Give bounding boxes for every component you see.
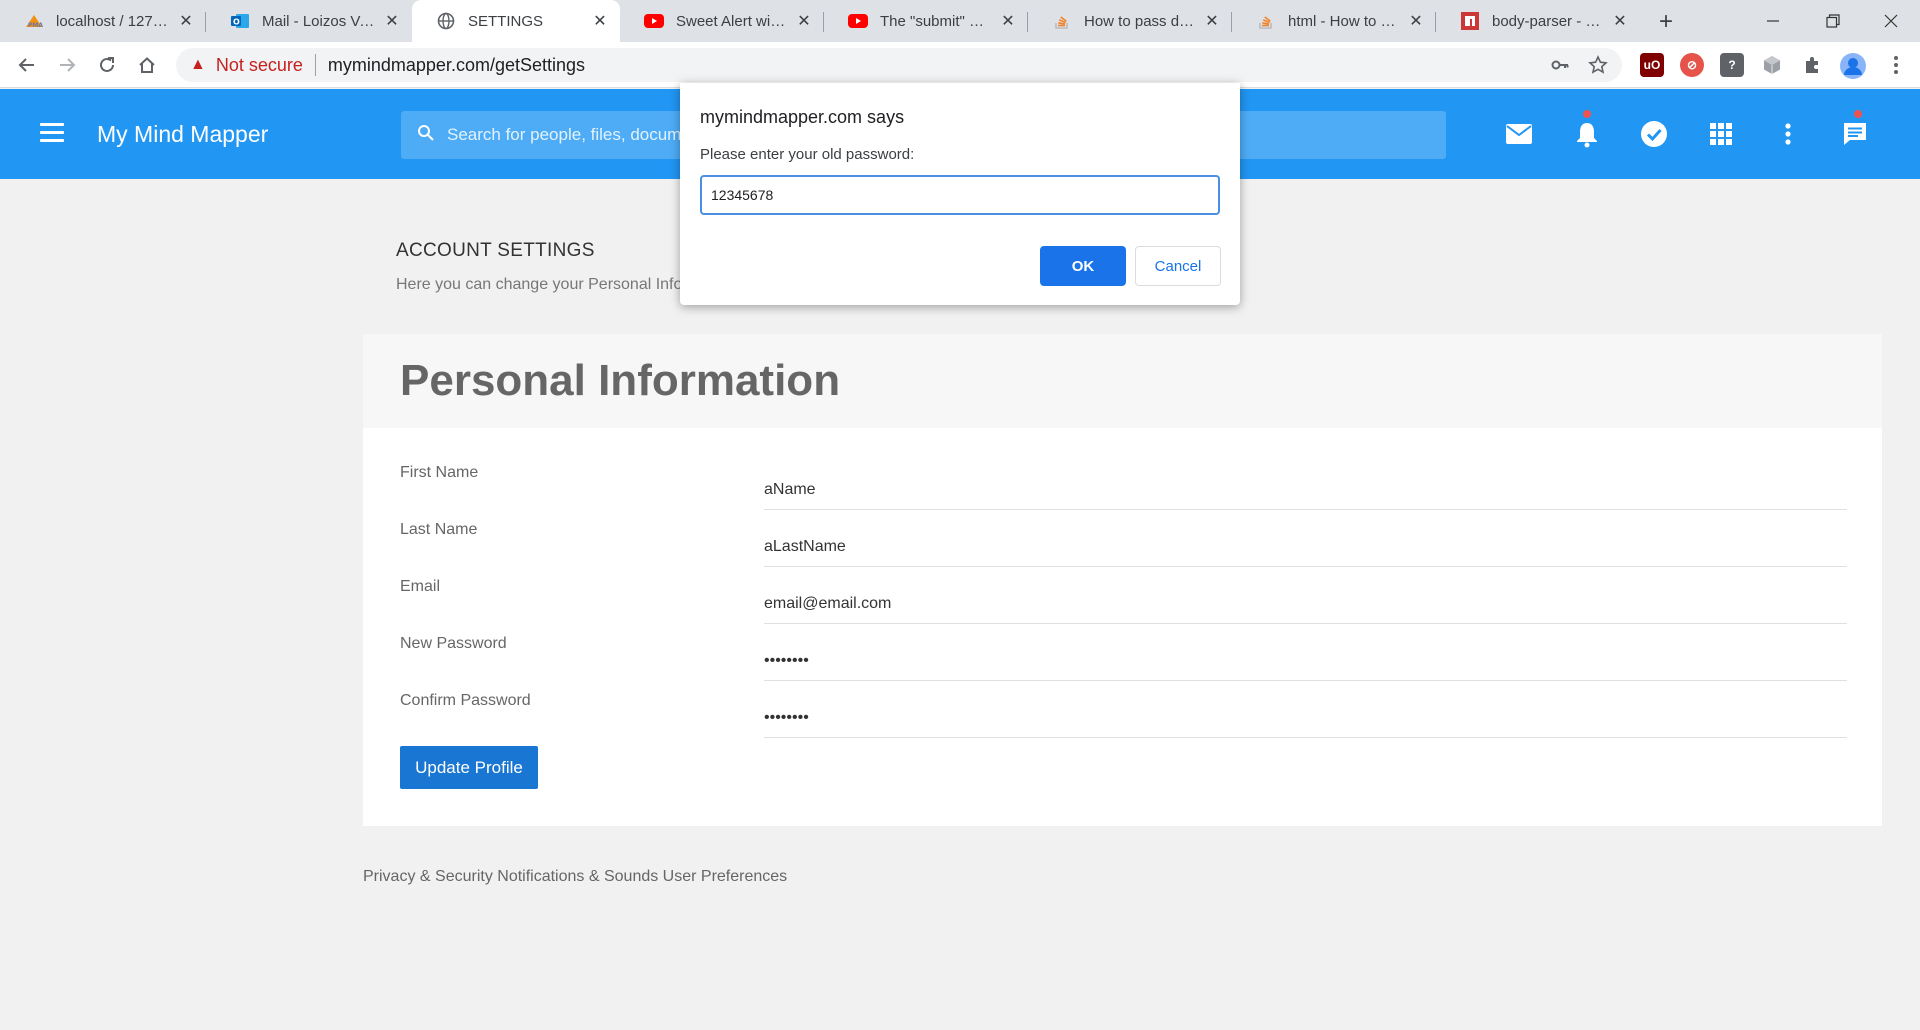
notification-dot: [1583, 110, 1591, 118]
field-label: New Password: [400, 635, 507, 652]
unknown-extension-icon[interactable]: ?: [1720, 53, 1744, 77]
browser-tab[interactable]: body-parser - npm ✕: [1436, 0, 1640, 42]
close-icon[interactable]: ✕: [590, 11, 610, 31]
tab-title: html - How to prevent: [1288, 12, 1400, 30]
tab-title: localhost / 127.0.0.1: [56, 12, 170, 30]
mail-icon[interactable]: [1502, 117, 1536, 151]
svg-text:O: O: [233, 18, 240, 27]
browser-tab[interactable]: The "submit" event ✕: [824, 0, 1028, 42]
field-label: Email: [400, 578, 441, 595]
form-row-first-name: First Name: [400, 454, 1847, 511]
field-label: First Name: [400, 464, 479, 481]
dialog-password-input[interactable]: [700, 175, 1220, 215]
minimize-icon[interactable]: [1742, 0, 1804, 42]
tab-title: How to pass data: [1084, 12, 1196, 30]
update-profile-button[interactable]: Update Profile: [400, 746, 538, 789]
window-close-icon[interactable]: [1860, 0, 1920, 42]
menu-icon[interactable]: [40, 123, 64, 143]
card-title: Personal Information: [400, 356, 841, 405]
close-icon[interactable]: ✕: [998, 11, 1018, 31]
warning-icon: ▲: [190, 56, 206, 73]
tab-title: body-parser - npm: [1492, 12, 1604, 30]
notifications-bell-icon[interactable]: [1570, 110, 1604, 151]
cancel-button[interactable]: Cancel: [1135, 246, 1221, 286]
browser-tab[interactable]: html - How to prevent ✕: [1232, 0, 1436, 42]
last-name-input[interactable]: [764, 525, 1847, 567]
more-vert-icon[interactable]: [1771, 117, 1805, 151]
security-status[interactable]: Not secure: [216, 55, 303, 76]
close-icon[interactable]: ✕: [1202, 11, 1222, 31]
form-row-new-password: New Password: [400, 625, 1847, 682]
tasks-check-icon[interactable]: [1637, 117, 1671, 151]
phpmyadmin-icon: PMA: [24, 11, 44, 31]
outlook-icon: O: [230, 11, 250, 31]
app-brand[interactable]: My Mind Mapper: [97, 121, 268, 148]
dialog-message: Please enter your old password:: [700, 146, 915, 163]
footer-links[interactable]: Privacy & Security Notifications & Sound…: [363, 868, 787, 886]
confirm-password-input[interactable]: [764, 696, 1847, 738]
privacy-badger-icon[interactable]: ⊘: [1680, 53, 1704, 77]
home-icon[interactable]: [132, 50, 162, 80]
close-icon[interactable]: ✕: [382, 11, 402, 31]
close-icon[interactable]: ✕: [176, 11, 196, 31]
apps-grid-icon[interactable]: [1704, 117, 1738, 151]
ok-button[interactable]: OK: [1040, 246, 1126, 286]
browser-toolbar: ▲ Not secure mymindmapper.com/getSetting…: [0, 42, 1920, 88]
ublock-origin-icon[interactable]: uO: [1640, 53, 1664, 77]
tab-title: Sweet Alert with JS: [676, 12, 788, 30]
extensions-puzzle-icon[interactable]: [1800, 53, 1824, 77]
tab-title: The "submit" event: [880, 12, 992, 30]
form-row-last-name: Last Name: [400, 511, 1847, 568]
email-input[interactable]: [764, 582, 1847, 624]
tab-title: Mail - Loizos Vasileiou: [262, 12, 376, 30]
browser-tab[interactable]: O Mail - Loizos Vasileiou ✕: [206, 0, 412, 42]
svg-text:PMA: PMA: [28, 22, 43, 29]
field-label: Confirm Password: [400, 692, 531, 709]
npm-icon: [1460, 11, 1480, 31]
browser-tab[interactable]: PMA localhost / 127.0.0.1 ✕: [0, 0, 206, 42]
stackoverflow-icon: [1256, 11, 1276, 31]
chat-icon[interactable]: [1838, 110, 1872, 151]
forward-icon[interactable]: [52, 50, 82, 80]
youtube-icon: [644, 11, 664, 31]
chat-dot: [1854, 110, 1862, 118]
youtube-icon: [848, 11, 868, 31]
url-text[interactable]: mymindmapper.com/getSettings: [328, 55, 585, 76]
address-bar[interactable]: ▲ Not secure mymindmapper.com/getSetting…: [176, 48, 1622, 82]
card-header: Personal Information: [363, 334, 1882, 428]
profile-avatar-icon[interactable]: [1840, 53, 1866, 79]
restore-icon[interactable]: [1802, 0, 1864, 42]
close-icon[interactable]: ✕: [794, 11, 814, 31]
personal-info-card: Personal Information First Name Last Nam…: [363, 334, 1882, 826]
close-icon[interactable]: ✕: [1406, 11, 1426, 31]
first-name-input[interactable]: [764, 468, 1847, 510]
browser-tab[interactable]: Sweet Alert with JS ✕: [620, 0, 824, 42]
bookmark-star-icon[interactable]: [1588, 55, 1608, 80]
reload-icon[interactable]: [92, 50, 122, 80]
browser-menu-icon[interactable]: [1884, 53, 1908, 77]
new-password-input[interactable]: [764, 639, 1847, 681]
tab-title: SETTINGS: [468, 12, 544, 30]
browser-tab-active[interactable]: SETTINGS ✕: [412, 0, 620, 42]
globe-icon: [436, 11, 456, 31]
key-icon[interactable]: [1550, 55, 1570, 80]
dialog-title: mymindmapper.com says: [700, 107, 905, 127]
prompt-dialog: mymindmapper.com says Please enter your …: [680, 83, 1240, 305]
cube-extension-icon[interactable]: [1760, 53, 1784, 77]
stackoverflow-icon: [1052, 11, 1072, 31]
close-icon[interactable]: ✕: [1610, 11, 1630, 31]
browser-tab[interactable]: How to pass data ✕: [1028, 0, 1232, 42]
form-row-confirm-password: Confirm Password: [400, 682, 1847, 739]
field-label: Last Name: [400, 521, 478, 538]
back-icon[interactable]: [12, 50, 42, 80]
new-tab-button[interactable]: +: [1652, 8, 1680, 36]
search-icon: [417, 124, 435, 147]
browser-tab-strip: PMA localhost / 127.0.0.1 ✕ O Mail - Loi…: [0, 0, 1920, 42]
form-row-email: Email: [400, 568, 1847, 625]
section-title: ACCOUNT SETTINGS: [396, 240, 595, 261]
